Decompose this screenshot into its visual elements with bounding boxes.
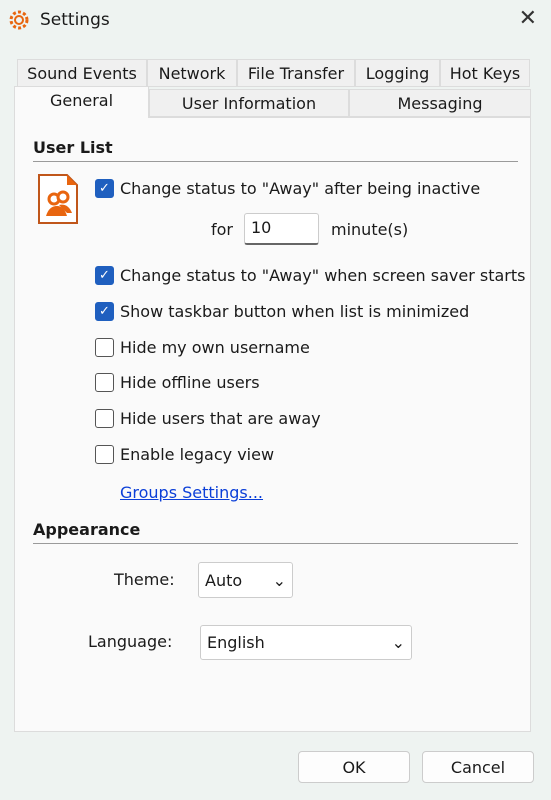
- theme-select[interactable]: Auto ⌄: [198, 562, 293, 598]
- checkbox-label: Show taskbar button when list is minimiz…: [120, 302, 470, 321]
- minutes-input[interactable]: 10: [244, 213, 319, 245]
- legacy-view-checkbox[interactable]: Enable legacy view: [95, 445, 274, 464]
- checkbox-label: Hide offline users: [120, 373, 260, 392]
- checkbox-label: Hide users that are away: [120, 409, 321, 428]
- away-screensaver-checkbox[interactable]: ✓ Change status to "Away" when screen sav…: [95, 266, 526, 285]
- for-label: for: [211, 220, 233, 239]
- ok-button[interactable]: OK: [298, 751, 410, 783]
- divider: [33, 543, 518, 544]
- checkbox-box: [95, 373, 114, 392]
- language-value: English: [207, 633, 265, 652]
- theme-value: Auto: [205, 570, 243, 590]
- checkbox-label: Change status to "Away" after being inac…: [120, 179, 481, 198]
- checkbox-box: [95, 409, 114, 428]
- divider: [33, 161, 518, 162]
- tab-user-information[interactable]: User Information: [149, 89, 349, 117]
- cancel-button[interactable]: Cancel: [422, 751, 534, 783]
- chevron-down-icon: ⌄: [272, 570, 286, 590]
- tab-messaging[interactable]: Messaging: [349, 89, 531, 117]
- tab-hot-keys[interactable]: Hot Keys: [440, 59, 530, 87]
- appearance-heading: Appearance: [33, 520, 141, 539]
- tab-logging[interactable]: Logging: [355, 59, 440, 87]
- checkmark-icon: ✓: [95, 179, 114, 198]
- hide-offline-checkbox[interactable]: Hide offline users: [95, 373, 260, 392]
- tab-general[interactable]: General: [14, 86, 149, 118]
- away-inactive-checkbox[interactable]: ✓ Change status to "Away" after being ina…: [95, 179, 480, 198]
- checkbox-label: Hide my own username: [120, 338, 310, 357]
- groups-settings-link[interactable]: Groups Settings...: [120, 483, 263, 502]
- taskbar-button-checkbox[interactable]: ✓ Show taskbar button when list is minimi…: [95, 302, 469, 321]
- language-select[interactable]: English ⌄: [200, 625, 412, 660]
- checkbox-box: [95, 445, 114, 464]
- hide-away-checkbox[interactable]: Hide users that are away: [95, 409, 321, 428]
- checkbox-label: Enable legacy view: [120, 445, 275, 464]
- minutes-unit-label: minute(s): [331, 220, 409, 239]
- tab-file-transfer[interactable]: File Transfer: [237, 59, 355, 87]
- language-label: Language:: [88, 632, 173, 651]
- gear-icon: [9, 10, 29, 30]
- tab-sound-events[interactable]: Sound Events: [17, 59, 147, 87]
- checkbox-box: [95, 338, 114, 357]
- user-list-icon: [38, 174, 78, 224]
- checkmark-icon: ✓: [95, 266, 114, 285]
- checkbox-label: Change status to "Away" when screen save…: [120, 266, 526, 285]
- tab-network[interactable]: Network: [147, 59, 237, 87]
- chevron-down-icon: ⌄: [391, 633, 405, 652]
- theme-label: Theme:: [114, 570, 175, 589]
- window-title: Settings: [40, 10, 110, 30]
- checkmark-icon: ✓: [95, 302, 114, 321]
- user-list-heading: User List: [33, 138, 113, 157]
- close-button[interactable]: ✕: [519, 6, 537, 31]
- hide-username-checkbox[interactable]: Hide my own username: [95, 338, 310, 357]
